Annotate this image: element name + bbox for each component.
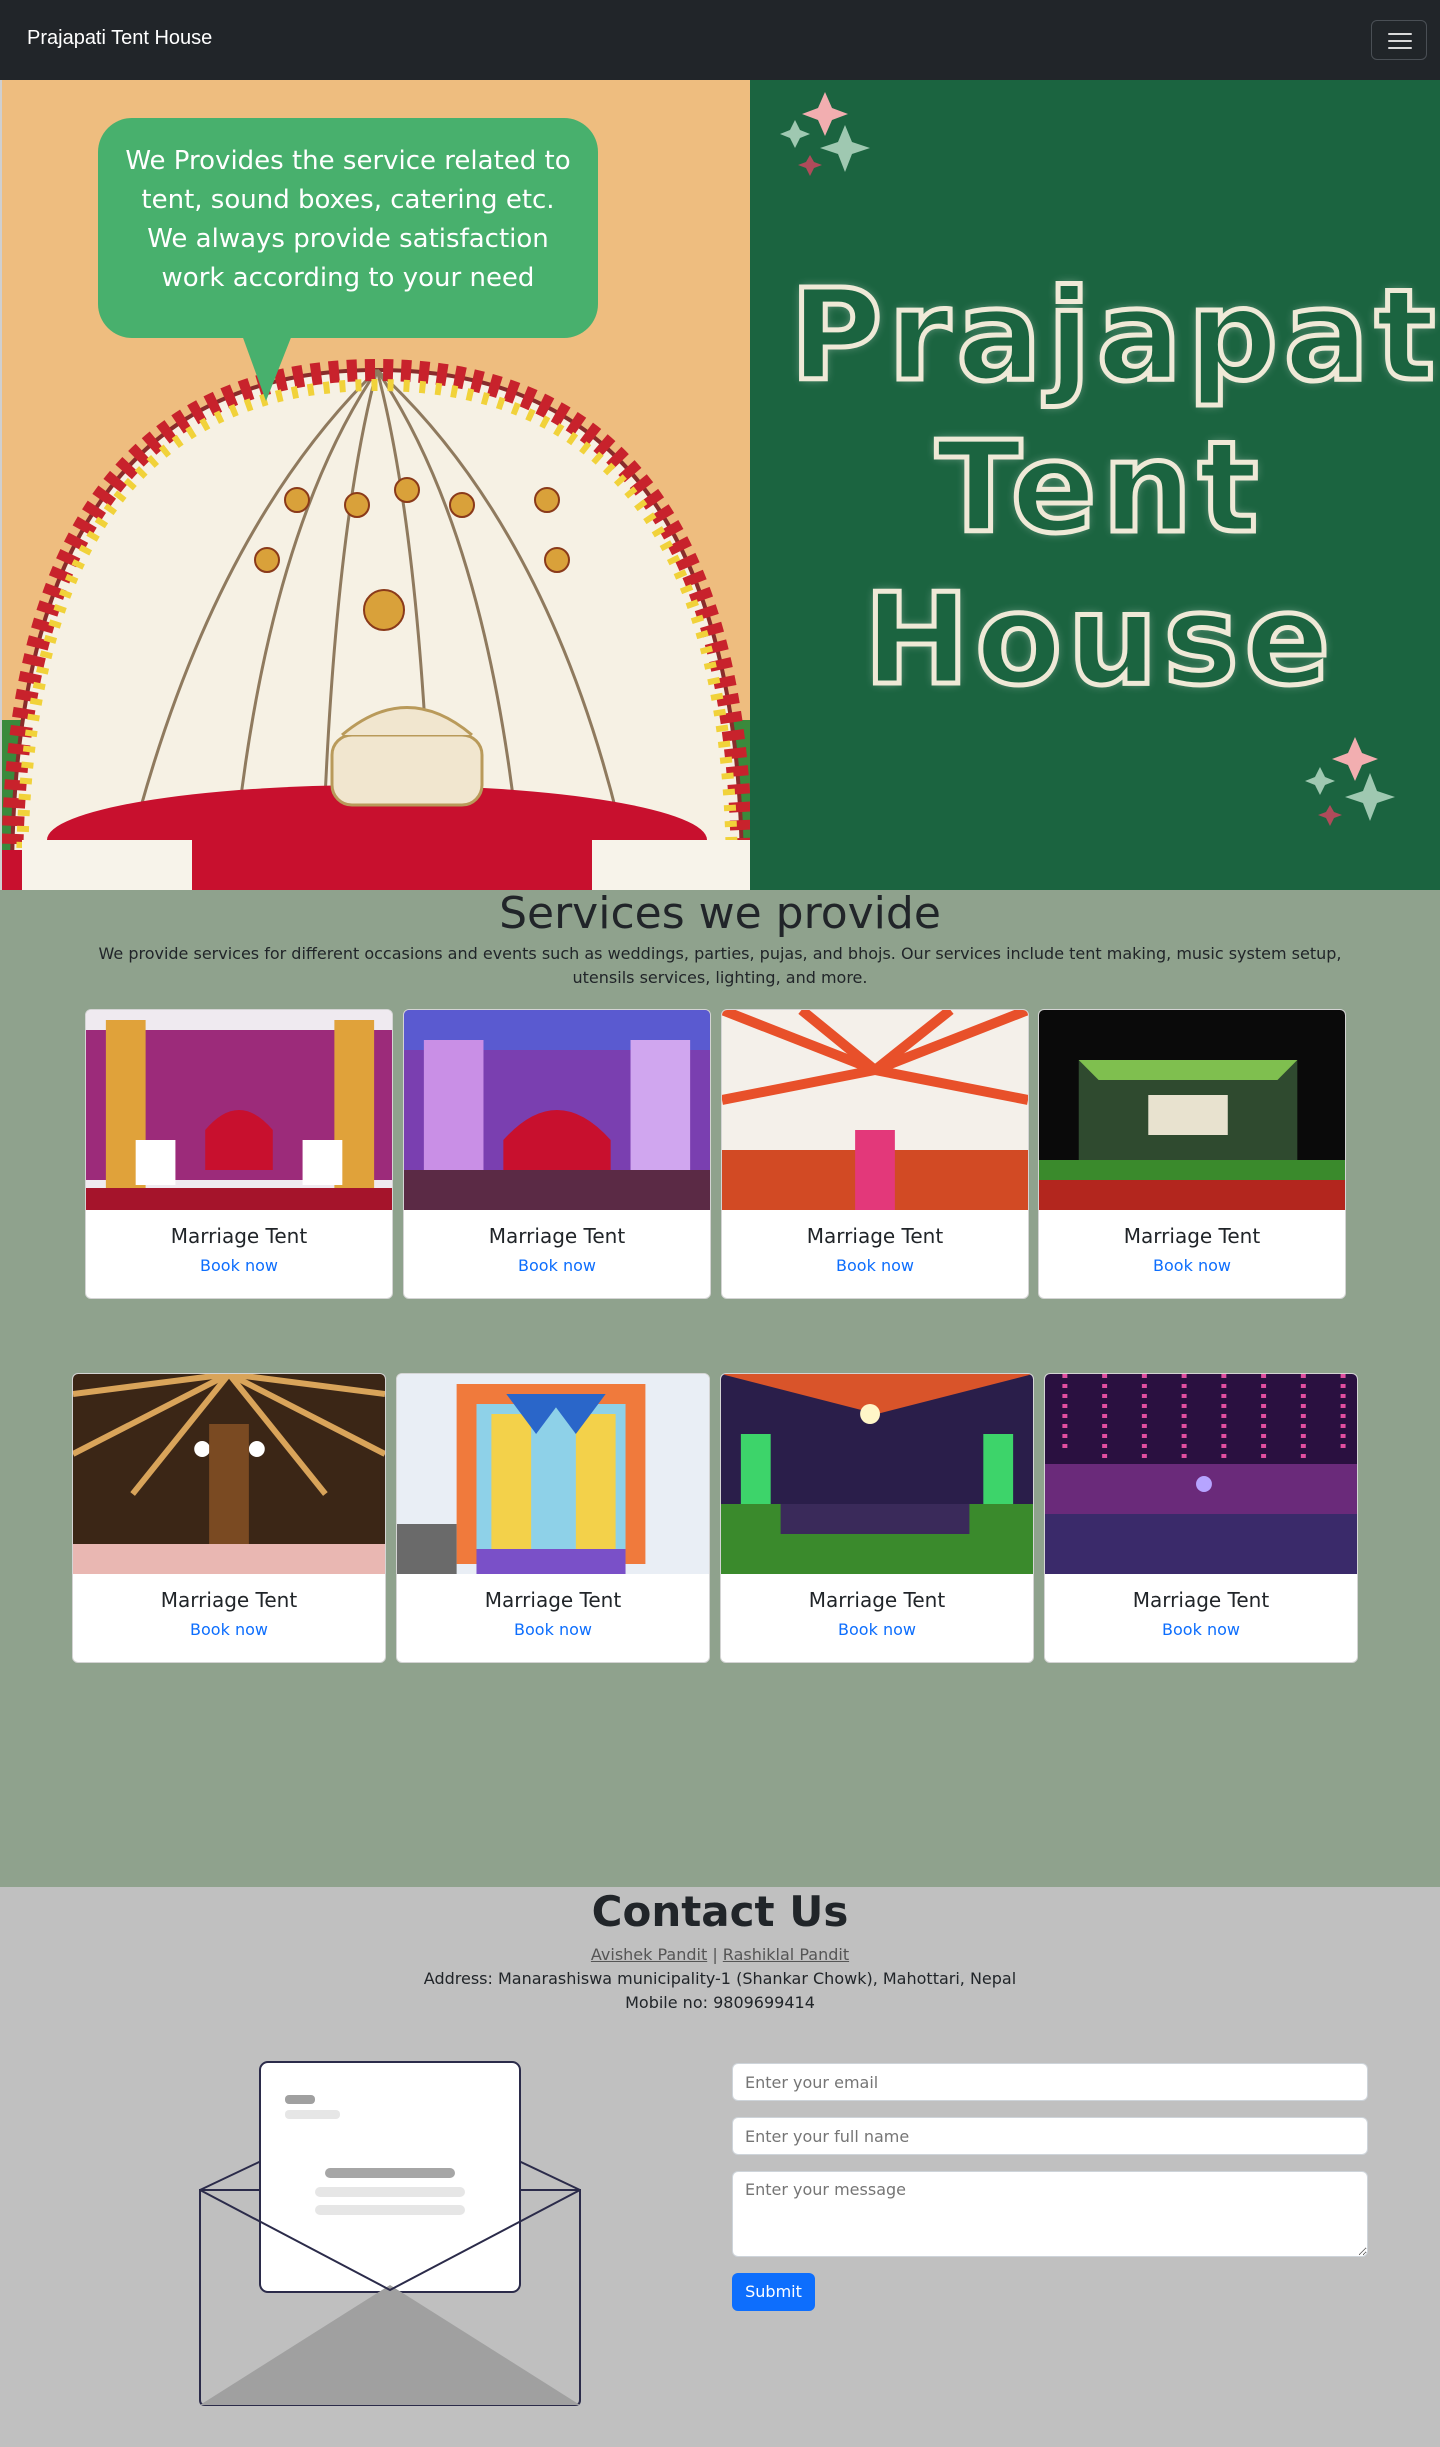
- service-image: [721, 1374, 1033, 1574]
- service-card: Marriage Tent Book now: [720, 1373, 1034, 1663]
- service-card: Marriage Tent Book now: [72, 1373, 386, 1663]
- service-card: Marriage Tent Book now: [1038, 1009, 1346, 1299]
- hero-title-panel: Prajapati Tent House: [750, 80, 1440, 890]
- service-card-title: Marriage Tent: [160, 1588, 298, 1612]
- book-now-link[interactable]: Book now: [721, 1620, 1033, 1640]
- book-now-link[interactable]: Book now: [73, 1620, 385, 1640]
- service-card-title: Marriage Tent: [484, 1588, 622, 1612]
- contact-mobile: Mobile no: 9809699414: [625, 1993, 815, 2012]
- navbar-brand[interactable]: Prajapati Tent House: [27, 27, 212, 50]
- contact-name-link[interactable]: Avishek Pandit: [591, 1945, 707, 1964]
- service-image: [722, 1010, 1028, 1210]
- contact-title: Contact Us: [591, 1887, 849, 1936]
- service-card-title: Marriage Tent: [488, 1224, 626, 1248]
- hamburger-menu-icon: [1388, 33, 1412, 35]
- hero-title: Prajapati Tent House: [788, 260, 1440, 716]
- navbar-toggle-button[interactable]: [1371, 20, 1427, 60]
- service-card: Marriage Tent Book now: [85, 1009, 393, 1299]
- service-image: [1045, 1374, 1357, 1574]
- book-now-link[interactable]: Book now: [1039, 1256, 1345, 1276]
- envelope-icon: [199, 2061, 581, 2406]
- service-card-title: Marriage Tent: [1132, 1588, 1270, 1612]
- services-section: Services we provide We provide services …: [0, 890, 1440, 1887]
- book-now-link[interactable]: Book now: [86, 1256, 392, 1276]
- service-image: [86, 1010, 392, 1210]
- contact-address: Address: Manarashiswa municipality-1 (Sh…: [423, 1969, 1017, 1988]
- service-image: [73, 1374, 385, 1574]
- service-card-title: Marriage Tent: [808, 1588, 946, 1612]
- email-field[interactable]: [732, 2063, 1368, 2101]
- service-card: Marriage Tent Book now: [403, 1009, 711, 1299]
- service-card-title: Marriage Tent: [170, 1224, 308, 1248]
- hamburger-menu-icon-line: [1388, 40, 1412, 42]
- book-now-link[interactable]: Book now: [397, 1620, 709, 1640]
- message-field[interactable]: [732, 2171, 1368, 2257]
- service-card: Marriage Tent Book now: [721, 1009, 1029, 1299]
- sparkle-icon-bottom: [1305, 737, 1395, 826]
- service-card-title: Marriage Tent: [1123, 1224, 1261, 1248]
- hero-title-line-1: Prajapati: [788, 260, 1440, 412]
- full-name-field[interactable]: [732, 2117, 1368, 2155]
- navbar: Prajapati Tent House: [0, 0, 1440, 80]
- service-card-title: Marriage Tent: [806, 1224, 944, 1248]
- hero-title-line-2: Tent: [933, 412, 1265, 564]
- service-card: Marriage Tent Book now: [1044, 1373, 1358, 1663]
- speech-bubble-tail: [242, 335, 292, 401]
- sparkle-icon: [780, 92, 870, 176]
- submit-button[interactable]: Submit: [732, 2273, 815, 2311]
- book-now-link[interactable]: Book now: [404, 1256, 710, 1276]
- services-title: Services we provide: [499, 888, 941, 939]
- book-now-link[interactable]: Book now: [1045, 1620, 1357, 1640]
- contact-names: Avishek Pandit | Rashiklal Pandit: [0, 1943, 1440, 1967]
- hero-speech-bubble: We Provides the service related to tent,…: [98, 118, 598, 338]
- name-separator: |: [707, 1945, 723, 1964]
- contact-section: Contact Us Avishek Pandit | Rashiklal Pa…: [0, 1887, 1440, 2447]
- service-image: [1039, 1010, 1345, 1210]
- hamburger-menu-icon-line: [1388, 47, 1412, 49]
- book-now-link[interactable]: Book now: [722, 1256, 1028, 1276]
- service-image: [404, 1010, 710, 1210]
- service-card: Marriage Tent Book now: [396, 1373, 710, 1663]
- tent-illustration: [2, 340, 750, 890]
- services-description: We provide services for different occasi…: [98, 944, 1342, 987]
- hero-title-line-3: House: [861, 564, 1337, 716]
- hero-image-tent: We Provides the service related to tent,…: [0, 80, 750, 890]
- contact-name-link[interactable]: Rashiklal Pandit: [723, 1945, 849, 1964]
- service-image: [397, 1374, 709, 1574]
